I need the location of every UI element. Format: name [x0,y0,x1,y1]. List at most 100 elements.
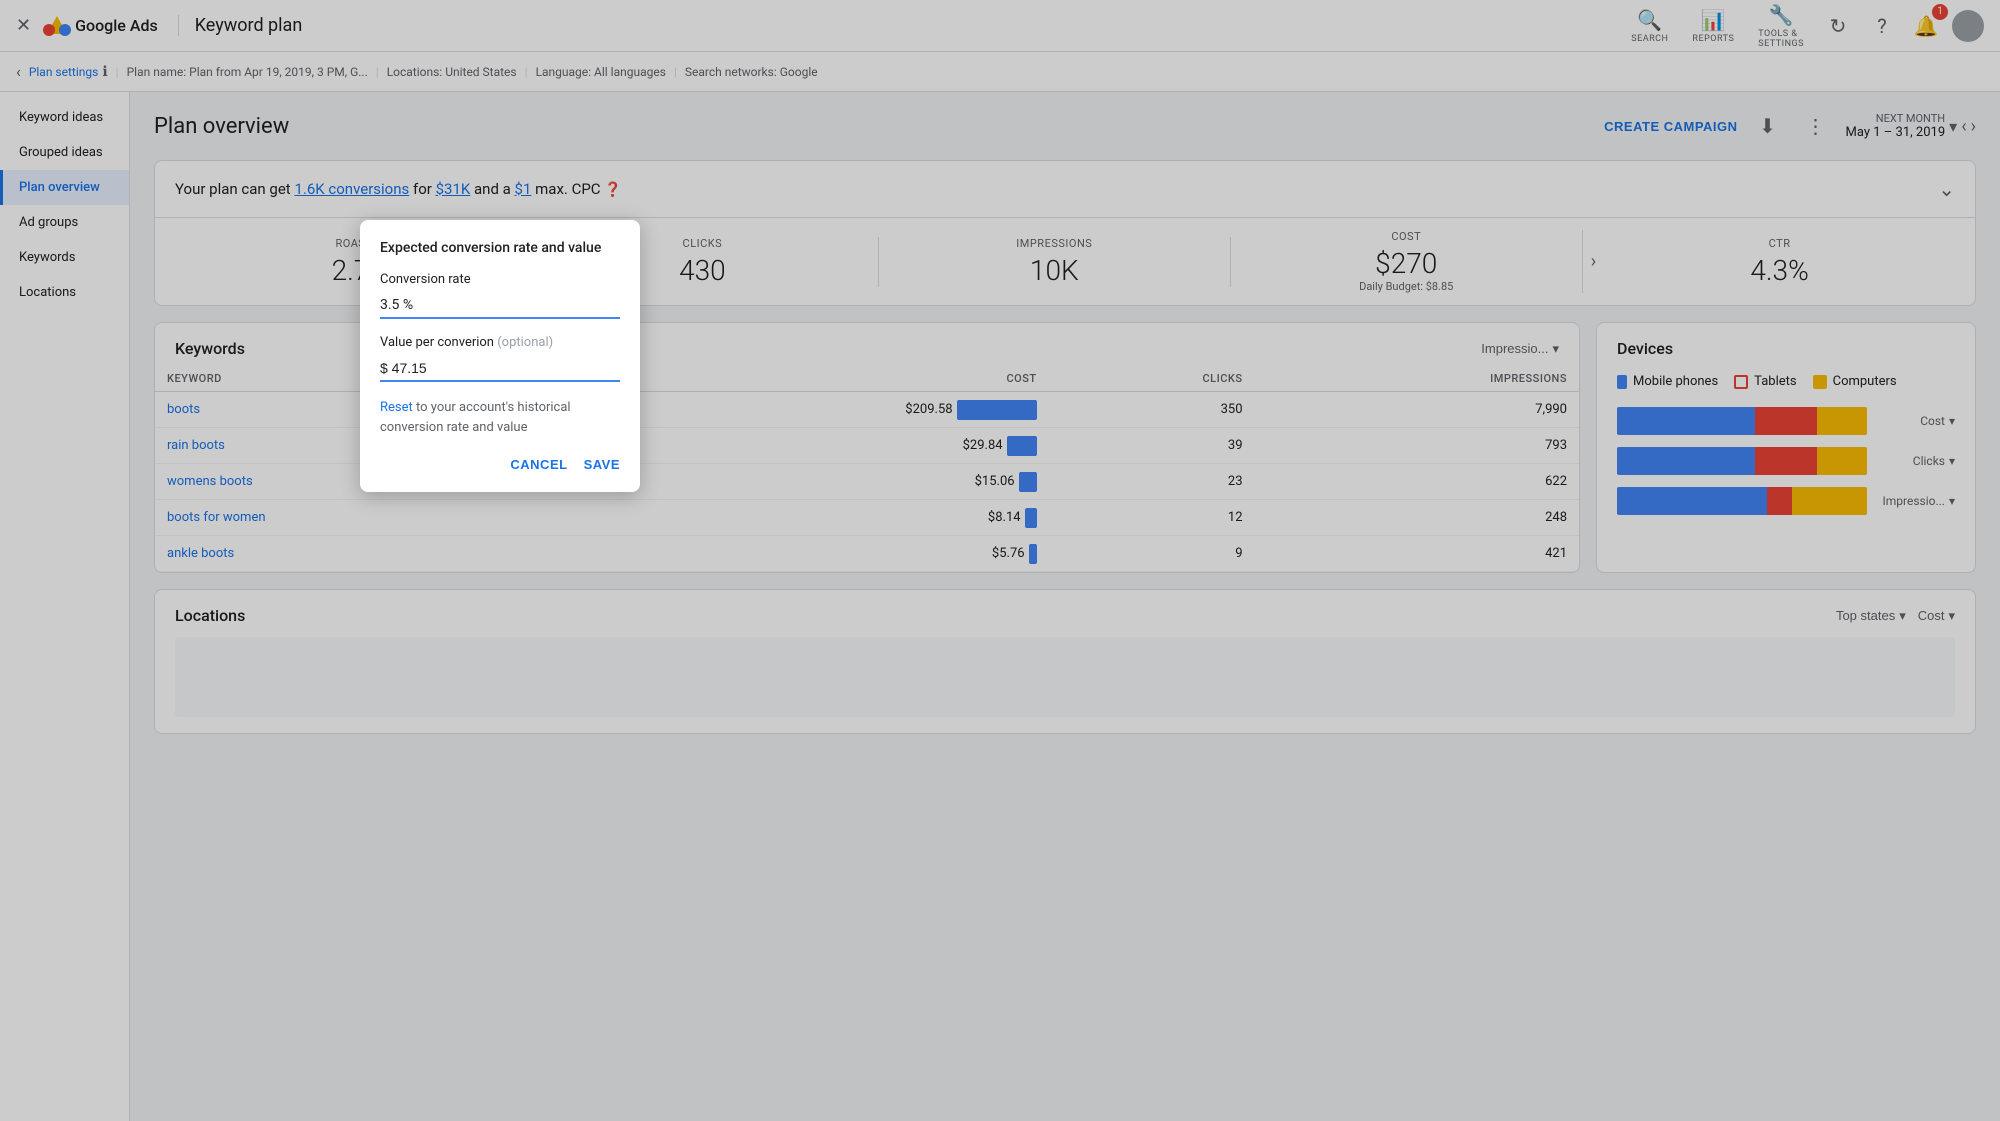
cost-value-1: $29.84 [963,438,1003,453]
plan-banner-header: Your plan can get 1.6K conversions for $… [155,161,1975,217]
cost-bar-4 [1029,544,1037,564]
breadcrumb-sep-1: | [116,65,119,79]
sidebar: Keyword ideas Grouped ideas Plan overvie… [0,92,130,1121]
keyword-cell[interactable]: boots for women [155,500,549,536]
top-states-label: Top states [1836,608,1895,623]
top-nav-icons: 🔍 SEARCH 📊 REPORTS 🔧 TOOLS &SETTINGS ↻ ?… [1623,0,1984,53]
cost-bar-segments [1617,407,1867,435]
date-next-arrow[interactable]: › [1971,116,1976,137]
page-section-title: Keyword plan [178,15,303,36]
popup-actions: CANCEL SAVE [380,457,620,472]
date-prev-arrow[interactable]: ‹ [1961,116,1966,137]
impressions-bar-label[interactable]: Impressio... ▾ [1875,494,1955,508]
locations-cost-dropdown[interactable]: Cost ▾ [1918,608,1955,624]
help-button[interactable]: ? [1864,8,1900,44]
plan-banner-max-cpc[interactable]: $1 [515,180,532,198]
metric-ctr-label: CTR [1620,237,1939,250]
clicks-cell-1: 39 [1049,428,1255,464]
cost-bar-0 [957,400,1037,420]
clicks-cell-3: 12 [1049,500,1255,536]
legend-tablet-label: Tablets [1754,374,1796,389]
cost-bar-2 [1019,472,1037,492]
tools-nav-label: TOOLS &SETTINGS [1758,29,1804,49]
reset-link[interactable]: Reset [380,400,413,415]
table-row: ankle boots $5.76 9 421 [155,536,1579,572]
locations-panel-controls: Top states ▾ Cost ▾ [1836,608,1955,624]
google-ads-logo: Google Ads [43,12,158,40]
keyword-cell[interactable]: ankle boots [155,536,549,572]
breadcrumb-back-arrow[interactable]: ‹ [16,62,21,81]
create-campaign-button[interactable]: CREATE CAMPAIGN [1604,119,1737,134]
clicks-cell-4: 9 [1049,536,1255,572]
cost-value-2: $15.06 [975,474,1015,489]
search-nav-label: SEARCH [1631,34,1668,44]
app-name: Google Ads [75,16,158,35]
breadcrumb-plan-settings[interactable]: Plan settings ℹ [29,64,108,80]
sidebar-item-locations[interactable]: Locations [0,275,129,310]
sidebar-item-ad-groups[interactable]: Ad groups [0,205,129,240]
google-ads-icon [43,12,71,40]
clicks-cell-2: 23 [1049,464,1255,500]
plan-banner-chevron-icon[interactable]: ⌄ [1938,177,1955,201]
sidebar-item-keyword-ideas[interactable]: Keyword ideas [0,100,129,135]
clicks-computer-bar [1817,447,1867,475]
breadcrumb-networks: Search networks: Google [685,65,818,79]
notifications-button[interactable]: 🔔 1 [1908,8,1944,44]
tools-nav-button[interactable]: 🔧 TOOLS &SETTINGS [1750,0,1812,53]
value-per-conversion-input[interactable] [380,356,620,382]
impressions-bar-segments [1617,487,1867,515]
account-avatar[interactable] [1952,10,1984,42]
devices-panel-header: Devices [1597,323,1975,366]
cost-bar-label[interactable]: Cost ▾ [1875,414,1955,428]
cost-cell-3: $8.14 [549,500,1048,536]
popup-save-button[interactable]: SAVE [584,457,620,472]
impressions-computer-bar [1792,487,1867,515]
conversion-popup: Expected conversion rate and value Conve… [360,220,640,492]
devices-cost-bar-row: Cost ▾ [1597,401,1975,441]
reports-nav-button[interactable]: 📊 REPORTS [1684,4,1742,48]
devices-clicks-bar-row: Clicks ▾ [1597,441,1975,481]
locations-panel-header: Locations Top states ▾ Cost ▾ [155,590,1975,637]
top-states-arrow: ▾ [1899,608,1906,624]
device-legend: Mobile phones Tablets Computers [1597,366,1975,401]
date-dropdown-icon[interactable]: ▾ [1949,117,1957,136]
table-row: boots for women $8.14 12 248 [155,500,1579,536]
clicks-bar-label[interactable]: Clicks ▾ [1875,454,1955,468]
plan-banner-cost[interactable]: $31K [436,180,471,198]
cost-value-4: $5.76 [992,546,1025,561]
conversion-rate-field: Conversion rate 3.5 % [380,272,620,319]
reports-nav-icon: 📊 [1701,8,1726,32]
sidebar-item-plan-overview[interactable]: Plan overview [0,170,129,205]
cost-mobile-bar [1617,407,1755,435]
metric-impressions-value: 10K [895,254,1214,287]
help-circle-icon[interactable]: ❓ [604,182,621,198]
sidebar-item-grouped-ideas[interactable]: Grouped ideas [0,135,129,170]
refresh-button[interactable]: ↻ [1820,8,1856,44]
search-nav-button[interactable]: 🔍 SEARCH [1623,4,1676,48]
search-nav-icon: 🔍 [1637,8,1662,32]
clicks-bar-label-text: Clicks [1913,454,1945,468]
close-icon[interactable]: ✕ [16,15,31,36]
metrics-next-arrow[interactable]: › [1583,251,1604,272]
sidebar-item-keywords[interactable]: Keywords [0,240,129,275]
keywords-panel-title: Keywords [175,339,245,358]
keywords-panel-controls: Impressio... ▾ [1481,341,1559,357]
plan-settings-info-icon[interactable]: ℹ [102,64,107,80]
value-per-conversion-label-text: Value per converion [380,335,494,350]
popup-cancel-button[interactable]: CANCEL [510,457,567,472]
devices-panel-title: Devices [1617,339,1673,358]
cost-bar-label-text: Cost [1920,414,1945,428]
plan-settings-link[interactable]: Plan settings [29,65,99,79]
breadcrumb-sep-3: | [525,65,528,79]
legend-computer: Computers [1813,374,1897,389]
value-per-conversion-field: Value per converion (optional) [380,335,620,382]
popup-reset-text: Reset to your account's historical conve… [380,398,620,437]
top-states-dropdown[interactable]: Top states ▾ [1836,608,1906,624]
cost-value-0: $209.58 [905,402,952,417]
more-options-button[interactable]: ⋮ [1798,108,1834,144]
plan-banner-max-cpc-label: max. CPC [535,180,604,198]
breadcrumb-language: Language: All languages [536,65,666,79]
impressions-dropdown[interactable]: Impressio... ▾ [1481,341,1559,357]
plan-banner-conversions[interactable]: 1.6K conversions [294,180,409,198]
download-button[interactable]: ⬇ [1750,108,1786,144]
